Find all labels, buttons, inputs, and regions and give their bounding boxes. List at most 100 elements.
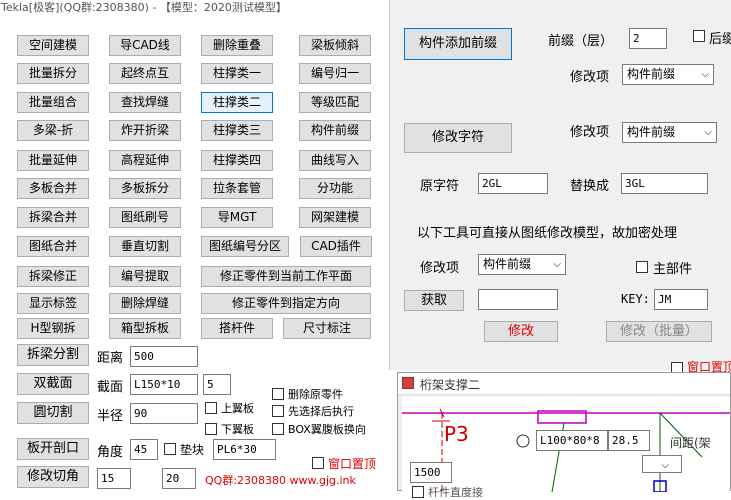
shim-label: 垫块 [180, 443, 205, 457]
tool-button-r7-c1[interactable]: 拆梁合并 [17, 207, 89, 228]
modify-item-value: 构件前缀 [627, 67, 676, 81]
build-member-button[interactable]: 搭杆件 [201, 318, 273, 339]
chamfer-a-input[interactable]: 15 [97, 468, 131, 489]
plate-bevel-button[interactable]: 板开剖口 [17, 438, 89, 460]
h-beam-split-button[interactable]: H型钢拆 [17, 318, 89, 339]
tool-button-r7-c4[interactable]: 网架建模 [299, 207, 371, 228]
box-web-swap-checkbox[interactable] [272, 423, 284, 435]
fetch-input[interactable] [478, 289, 558, 310]
length-input[interactable]: 1500 [410, 462, 452, 483]
tool-button-r1-c2[interactable]: 导CAD线 [109, 35, 181, 56]
tool-button-r5-c1[interactable]: 批量延伸 [17, 150, 89, 171]
tool-button-r8-c2[interactable]: 垂直切割 [109, 236, 181, 257]
cad-canvas[interactable]: P3 L100*80*8 28.5 间距(架 ⌵ 1500 杆件直度接 [402, 397, 730, 499]
tool-button-r6-c2[interactable]: 多板拆分 [109, 178, 181, 199]
orig-char-label: 原字符 [420, 179, 460, 194]
member-input[interactable]: L100*80*8 [536, 430, 608, 451]
modify-chamfer-button[interactable]: 修改切角 [17, 466, 89, 488]
tool-button-r1-c4[interactable]: 梁板倾斜 [299, 35, 371, 56]
tool-button-r4-c2[interactable]: 炸开折梁 [109, 120, 181, 141]
orig-char-input[interactable]: 2GL [478, 173, 548, 194]
upper-flange-checkbox[interactable] [205, 402, 217, 414]
tool-button-r7-c2[interactable]: 图纸刷号 [109, 207, 181, 228]
upper-flange-label: 上翼板 [221, 402, 254, 415]
tool-button-r7-c3[interactable]: 导MGT [201, 207, 273, 228]
delete-original-checkbox[interactable] [272, 388, 284, 400]
key-input[interactable]: JM [654, 289, 708, 310]
prefix-tools-window: 构件添加前缀 前缀（层） 2 后缀 修改项 构件前缀 ⌵ 修改字符 修改项 构件前… [389, 0, 731, 374]
chamfer-b-input[interactable]: 20 [162, 468, 196, 489]
suffix-checkbox[interactable] [693, 30, 705, 42]
prefix-input[interactable]: 2 [629, 28, 667, 49]
add-prefix-button[interactable]: 构件添加前缀 [404, 28, 512, 60]
box-split-button[interactable]: 箱型拆板 [109, 318, 181, 339]
dimension-button[interactable]: 尺寸标注 [283, 318, 371, 339]
tool-button-r3-c1[interactable]: 批量组合 [17, 92, 89, 113]
cad-title: 桁架支撑二 [420, 378, 481, 392]
modify-char-button[interactable]: 修改字符 [404, 123, 512, 153]
tool-button-r2-c4[interactable]: 编号归一 [299, 63, 371, 84]
tool-button-r3-c2[interactable]: 查找焊缝 [109, 92, 181, 113]
angle-input[interactable]: 45 [130, 439, 158, 460]
tool-button-r4-c1[interactable]: 多梁-折 [17, 120, 89, 141]
shim-input[interactable]: PL6*30 [213, 439, 276, 460]
tool-button-r4-c4[interactable]: 构件前缀 [299, 120, 371, 141]
tool-button-r2-c1[interactable]: 批量拆分 [17, 63, 89, 84]
suffix-label: 后缀 [709, 32, 731, 47]
main-part-label: 主部件 [653, 262, 693, 277]
tekla-tools-window: Tekla[极客](QQ群:2308380) - 【模型：2020测试模型】 空… [0, 0, 388, 491]
box-web-swap-label: BOX翼腹板换向 [288, 423, 366, 436]
modify-item-select[interactable]: 构件前缀 ⌵ [622, 64, 714, 85]
tool-button-r3-c3[interactable]: 柱撑类二 [201, 92, 273, 113]
section-label: 截面 [97, 380, 124, 395]
radius-input[interactable]: 90 [130, 403, 198, 424]
double-section-button[interactable]: 双截面 [17, 373, 89, 395]
tool-button-r8-c3[interactable]: 图纸编号分区 [201, 236, 289, 257]
tool-button-r2-c3[interactable]: 柱撑类一 [201, 63, 273, 84]
tool-button-r6-c1[interactable]: 多板合并 [17, 178, 89, 199]
number-extract-button[interactable]: 编号提取 [109, 266, 181, 287]
select-then-exec-checkbox[interactable] [272, 405, 284, 417]
tool-button-r8-c4[interactable]: CAD插件 [300, 236, 372, 257]
radio-circle [516, 434, 530, 448]
shim-checkbox[interactable] [164, 443, 176, 455]
member-offset-input[interactable]: 28.5 [608, 430, 650, 451]
tool-button-r4-c3[interactable]: 柱撑类三 [201, 120, 273, 141]
show-tag-button[interactable]: 显示标签 [17, 293, 89, 314]
distance-input[interactable]: 500 [130, 346, 198, 367]
delete-weld-button[interactable]: 删除焊缝 [109, 293, 181, 314]
tool-button-r6-c4[interactable]: 分功能 [299, 178, 371, 199]
split-beam-button[interactable]: 拆梁分割 [17, 344, 89, 366]
fetch-button[interactable]: 获取 [404, 290, 464, 311]
modify-item-select-2[interactable]: 构件前缀 ⌵ [622, 122, 717, 143]
section-count-input[interactable]: 5 [203, 374, 231, 395]
modify-item-select-3[interactable]: 构件前缀 ⌵ [478, 254, 566, 275]
modify-button[interactable]: 修改 [484, 321, 558, 342]
replace-input[interactable]: 3GL [621, 173, 708, 194]
window-top-checkbox[interactable] [312, 457, 324, 469]
bottom-checkbox[interactable] [412, 486, 424, 498]
tool-button-r6-c3[interactable]: 拉条套管 [201, 178, 273, 199]
round-cut-button[interactable]: 圆切割 [17, 402, 89, 424]
main-part-checkbox[interactable] [636, 261, 648, 273]
tool-button-r5-c3[interactable]: 柱撑类四 [201, 150, 273, 171]
tool-button-r1-c3[interactable]: 删除重叠 [201, 35, 273, 56]
select-then-exec-label: 先选择后执行 [288, 405, 354, 418]
tool-button-r5-c2[interactable]: 高程延伸 [109, 150, 181, 171]
tool-button-r5-c4[interactable]: 曲线写入 [299, 150, 371, 171]
tool-button-r3-c4[interactable]: 等级匹配 [299, 92, 371, 113]
tool-button-r8-c1[interactable]: 图纸合并 [17, 236, 89, 257]
section-input[interactable]: L150*10 [130, 374, 198, 395]
angle-label: 角度 [97, 445, 124, 460]
cad-dropdown[interactable]: ⌵ [642, 455, 682, 473]
lower-flange-checkbox[interactable] [205, 423, 217, 435]
tool-button-r2-c2[interactable]: 起终点互 [109, 63, 181, 84]
beam-fix-button[interactable]: 拆梁修正 [17, 266, 89, 287]
notice-text: 以下工具可直接从图纸修改模型，故加密处理 [417, 226, 678, 241]
replace-label: 替换成 [570, 179, 610, 194]
fix-part-to-plane-button[interactable]: 修正零件到当前工作平面 [201, 266, 371, 287]
key-label: KEY: [621, 292, 650, 306]
tool-button-r1-c1[interactable]: 空间建模 [17, 35, 89, 56]
fix-part-direction-button[interactable]: 修正零件到指定方向 [201, 293, 371, 314]
modify-batch-button[interactable]: 修改（批量） [606, 321, 712, 342]
